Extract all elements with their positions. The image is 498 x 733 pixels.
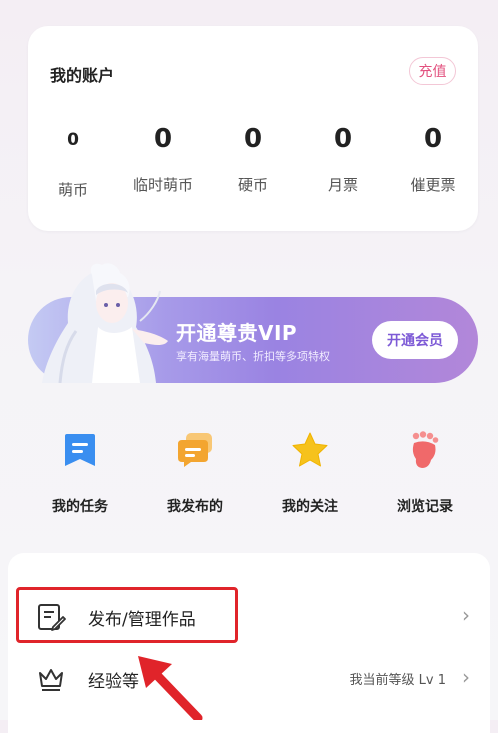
stat-value: 0 (423, 124, 443, 154)
stat-value: 0 (333, 124, 353, 154)
stat-value: 0 (67, 130, 79, 150)
bookmark-icon (65, 434, 95, 466)
quick-action-label: 浏览记录 (397, 499, 453, 515)
quick-action-label: 我发布的 (167, 499, 223, 515)
vip-title: 开通尊贵VIP (176, 321, 298, 345)
menu-row-publish-manage[interactable]: 发布/管理作品 › (8, 591, 490, 641)
menu-row-label: 经验等 (88, 672, 139, 692)
quick-action-history[interactable]: 浏览记录 (375, 430, 475, 516)
quick-action-label: 我的关注 (282, 499, 338, 515)
star-icon (292, 432, 328, 467)
chat-bubble-icon (178, 433, 212, 467)
edit-document-icon (38, 604, 66, 631)
stat-monthly-tickets[interactable]: 0 月票 (298, 126, 388, 195)
stat-value: 0 (243, 124, 263, 154)
chevron-right-icon: › (462, 603, 470, 627)
stat-label: 催更票 (410, 176, 456, 194)
account-card: 我的账户 充值 0 萌币 0 临时萌币 0 硬币 0 月票 0 催更票 (28, 26, 478, 231)
footprint-icon (412, 431, 439, 468)
stat-label: 萌币 (57, 181, 88, 199)
open-membership-button[interactable]: 开通会员 (372, 321, 458, 359)
account-title: 我的账户 (50, 66, 115, 85)
anime-character-illustration (42, 263, 168, 383)
stat-update-tickets[interactable]: 0 催更票 (388, 126, 478, 195)
stat-label: 月票 (327, 176, 358, 194)
stat-value: 0 (153, 124, 173, 154)
stat-hard-coins[interactable]: 0 硬币 (208, 126, 298, 195)
quick-action-my-follows[interactable]: 我的关注 (260, 430, 360, 516)
quick-action-my-tasks[interactable]: 我的任务 (30, 430, 130, 516)
crown-icon (39, 669, 63, 691)
menu-row-label: 发布/管理作品 (88, 610, 196, 630)
stat-temp-coins[interactable]: 0 临时萌币 (118, 126, 208, 195)
vip-subtitle: 享有海量萌币、折扣等多项特权 (176, 350, 330, 363)
menu-row-experience-level[interactable]: 经验等 我当前等级 Lv 1 › (8, 653, 490, 703)
stat-label: 临时萌币 (132, 176, 193, 194)
current-level-status: 我当前等级 Lv 1 (349, 673, 446, 688)
quick-action-label: 我的任务 (52, 499, 108, 515)
chevron-right-icon: › (462, 665, 470, 689)
stat-label: 硬币 (237, 176, 268, 194)
vip-banner[interactable]: 开通尊贵VIP 享有海量萌币、折扣等多项特权 开通会员 (28, 263, 478, 383)
stat-coins[interactable]: 0 萌币 (28, 126, 118, 200)
menu-panel: 发布/管理作品 › 经验等 我当前等级 Lv 1 › (8, 553, 490, 733)
quick-action-my-posts[interactable]: 我发布的 (145, 430, 245, 516)
recharge-button[interactable]: 充值 (409, 57, 456, 85)
